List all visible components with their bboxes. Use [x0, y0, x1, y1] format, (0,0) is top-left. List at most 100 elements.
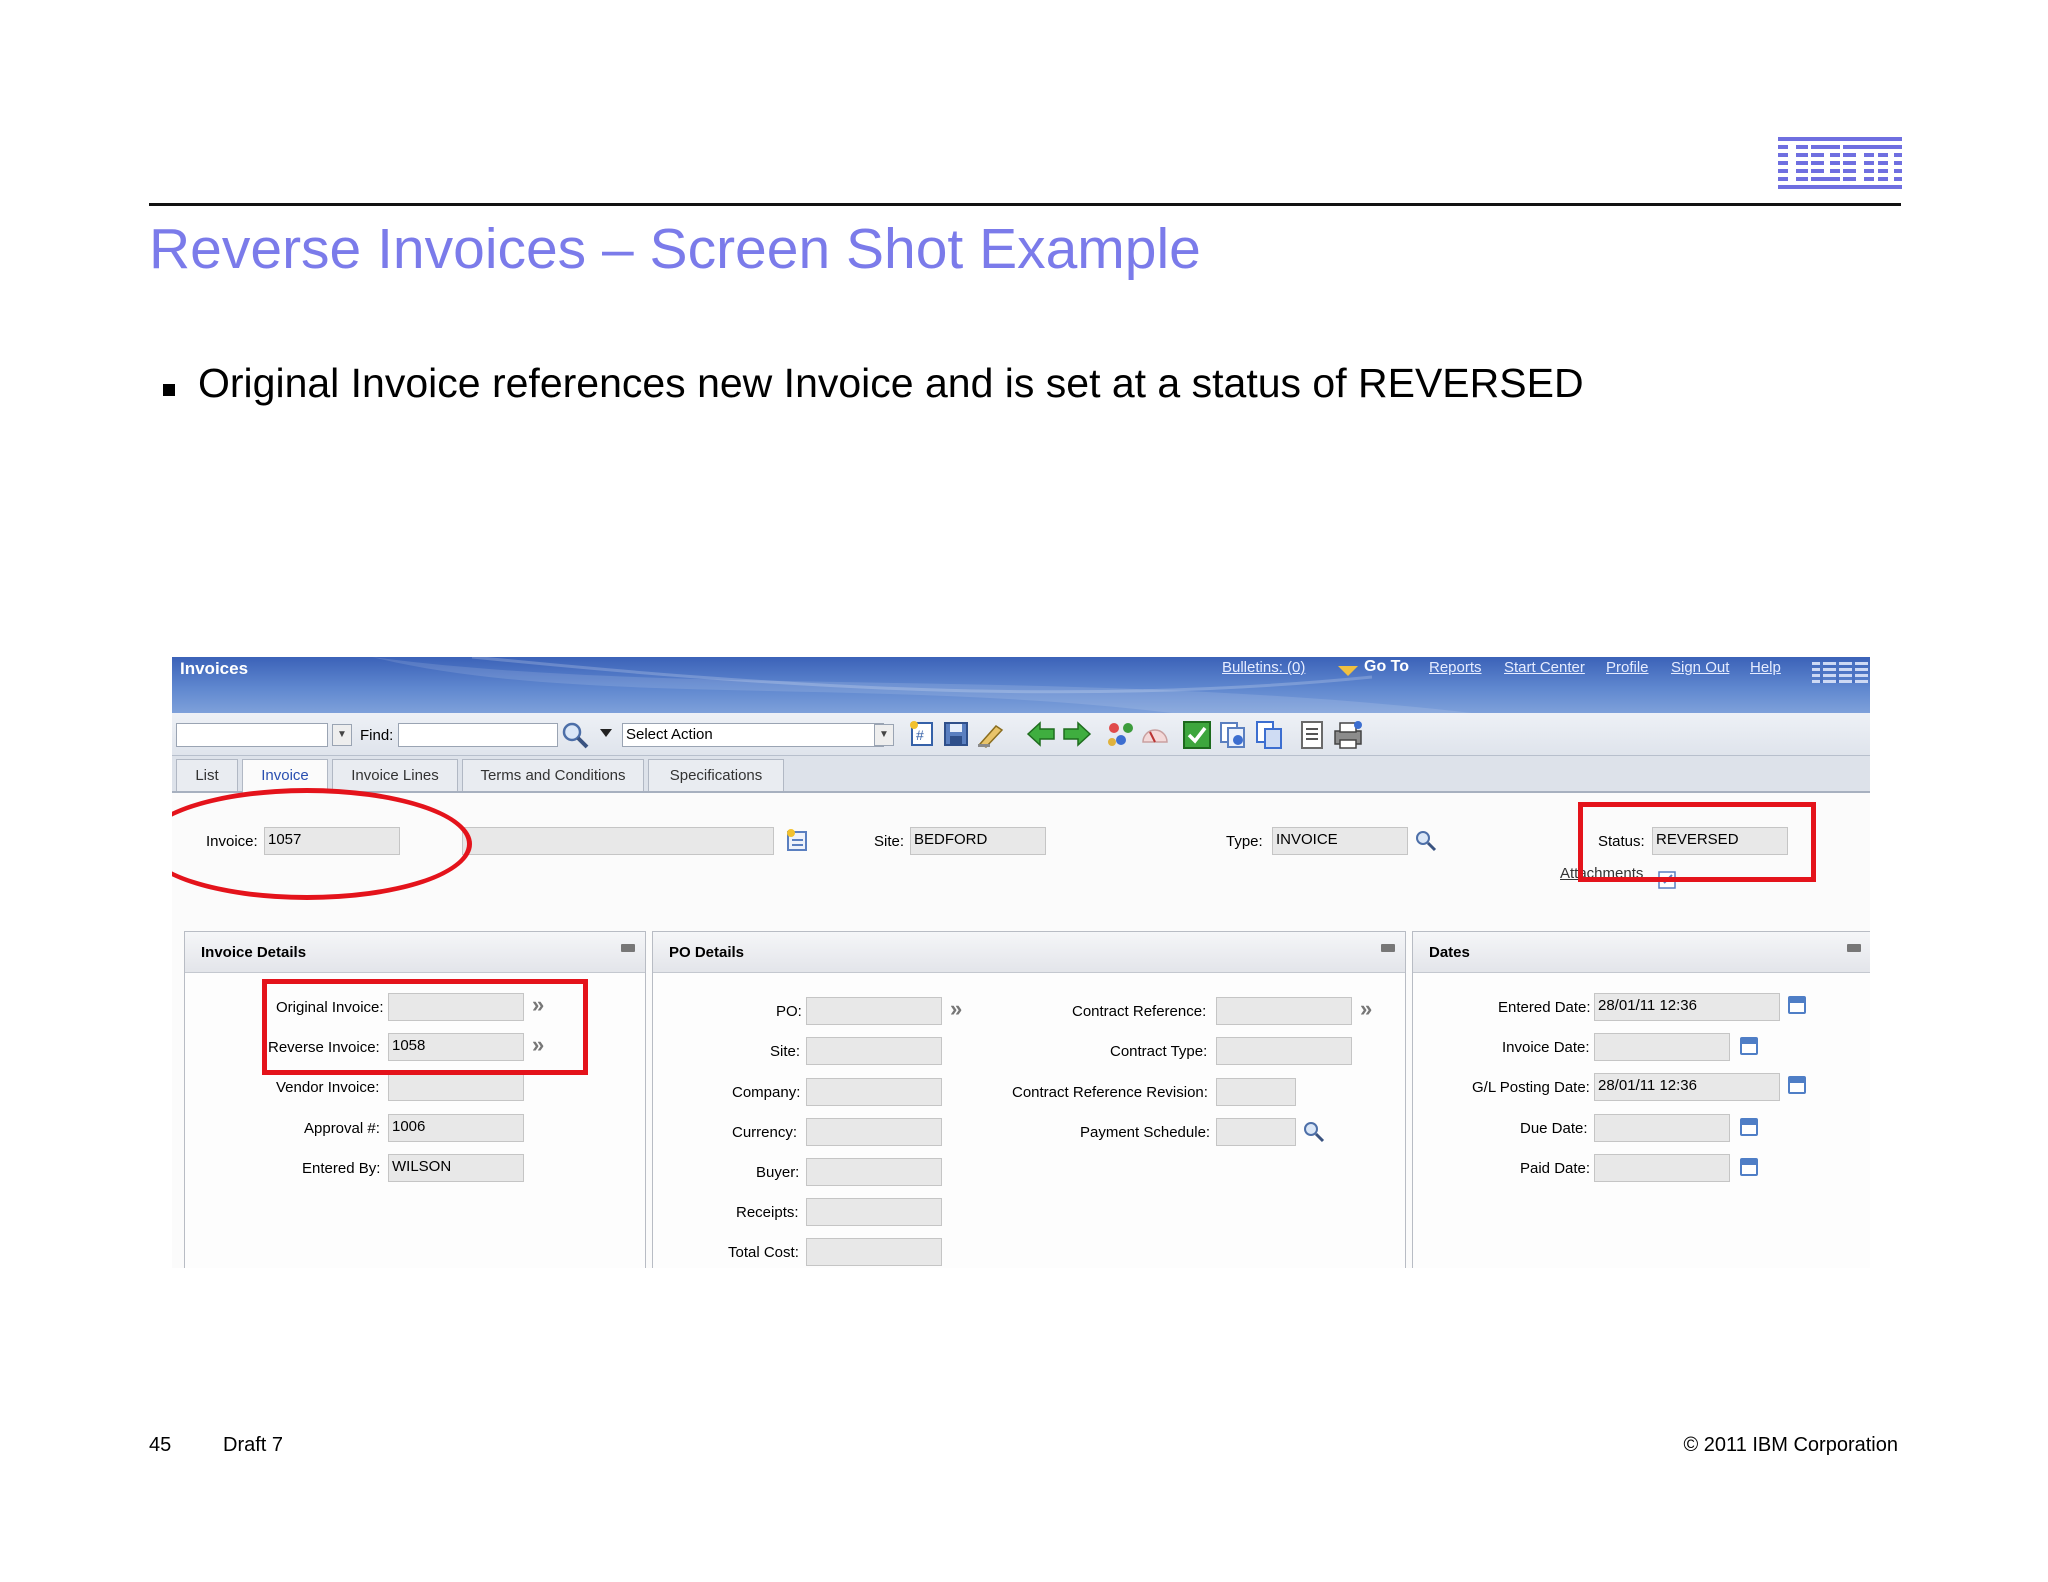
currency-field[interactable] [806, 1118, 942, 1146]
route-workflow-icon[interactable] [1140, 720, 1170, 748]
collapse-icon[interactable] [621, 944, 635, 952]
gl-posting-date-field[interactable]: 28/01/11 12:36 [1594, 1073, 1780, 1101]
contract-reference-field[interactable] [1216, 997, 1352, 1025]
entered-date-field[interactable]: 28/01/11 12:36 [1594, 993, 1780, 1021]
due-date-label: Due Date: [1520, 1120, 1588, 1137]
app-ibm-logo [1812, 662, 1868, 683]
svg-text:#: # [916, 727, 924, 743]
previous-record-icon[interactable] [1026, 720, 1056, 748]
po-site-label: Site: [770, 1043, 801, 1060]
company-field[interactable] [806, 1078, 942, 1106]
due-date-field[interactable] [1594, 1114, 1730, 1142]
find-label: Find: [360, 727, 394, 744]
profile-link[interactable]: Profile [1606, 659, 1649, 676]
calendar-icon[interactable] [1740, 1037, 1758, 1055]
collapse-icon[interactable] [1847, 944, 1861, 952]
duplicate-icon[interactable] [1218, 720, 1248, 750]
type-lookup-search-icon[interactable] [1414, 829, 1438, 853]
dates-title: Dates [1429, 944, 1470, 961]
po-site-field[interactable] [806, 1037, 942, 1065]
site-field[interactable]: BEDFORD [910, 827, 1046, 855]
reference-invoices-highlight-box [262, 979, 588, 1075]
slide-title: Reverse Invoices – Screen Shot Example [149, 217, 1201, 281]
app-title: Invoices [180, 659, 249, 678]
calendar-icon[interactable] [1788, 1076, 1806, 1094]
gl-posting-date-label: G/L Posting Date: [1472, 1079, 1590, 1096]
find-input[interactable] [398, 723, 558, 747]
buyer-label: Buyer: [756, 1164, 800, 1181]
invoice-highlight-ellipse [172, 788, 472, 900]
contract-reference-revision-label: Contract Reference Revision: [1012, 1084, 1208, 1101]
invoice-date-label: Invoice Date: [1502, 1039, 1590, 1056]
calendar-icon[interactable] [1740, 1158, 1758, 1176]
reports-link[interactable]: Reports [1429, 659, 1482, 676]
po-details-title: PO Details [669, 944, 745, 961]
page-number: 45 [149, 1434, 172, 1456]
contract-reference-goto-icon[interactable]: » [1360, 998, 1372, 1020]
goto-icon [1338, 666, 1358, 676]
report-icon[interactable] [1298, 720, 1326, 750]
po-field[interactable] [806, 997, 942, 1025]
entered-by-label: Entered By: [302, 1160, 381, 1177]
new-record-icon[interactable]: # [908, 720, 936, 748]
draft-label: Draft 7 [223, 1434, 284, 1456]
invoice-description-field[interactable] [462, 827, 774, 855]
bulletins-link[interactable]: Bulletins: (0) [1222, 659, 1305, 676]
po-goto-icon[interactable]: » [950, 998, 962, 1020]
tab-specifications[interactable]: Specifications [648, 759, 784, 791]
tab-list[interactable]: List [176, 759, 238, 791]
search-icon[interactable] [560, 720, 590, 750]
type-label: Type: [1226, 833, 1263, 850]
next-record-icon[interactable] [1062, 720, 1092, 748]
tab-terms-and-conditions[interactable]: Terms and Conditions [462, 759, 644, 791]
payment-schedule-label: Payment Schedule: [1080, 1124, 1211, 1141]
total-cost-field[interactable] [806, 1238, 942, 1266]
calendar-icon[interactable] [1788, 996, 1806, 1014]
po-details-header: PO Details [653, 932, 1405, 973]
paid-date-field[interactable] [1594, 1154, 1730, 1182]
collapse-icon[interactable] [1381, 944, 1395, 952]
select-action-chevron-icon[interactable]: ▼ [874, 724, 894, 746]
clear-changes-icon[interactable] [976, 720, 1006, 748]
receipts-label: Receipts: [736, 1204, 799, 1221]
invoice-date-field[interactable] [1594, 1033, 1730, 1061]
payment-schedule-field[interactable] [1216, 1118, 1296, 1146]
vendor-invoice-field[interactable] [388, 1073, 524, 1101]
receipts-field[interactable] [806, 1198, 942, 1226]
help-link[interactable]: Help [1750, 659, 1781, 676]
goto-menu[interactable]: Go To [1364, 658, 1409, 676]
save-icon[interactable] [942, 720, 970, 748]
search-options-chevron-icon[interactable] [600, 729, 612, 737]
approve-icon[interactable] [1182, 720, 1212, 750]
payment-schedule-search-icon[interactable] [1302, 1120, 1326, 1144]
currency-label: Currency: [732, 1124, 798, 1141]
copy-icon[interactable] [1254, 720, 1284, 750]
tab-invoice-lines[interactable]: Invoice Lines [332, 759, 458, 791]
long-description-icon[interactable] [784, 827, 812, 855]
select-action-dropdown[interactable]: Select Action [622, 723, 884, 747]
bullet-text: Original Invoice references new Invoice … [198, 360, 1584, 406]
workflow-icon[interactable] [1106, 720, 1136, 748]
copyright: © 2011 IBM Corporation [1683, 1434, 1898, 1456]
contract-reference-revision-field[interactable] [1216, 1078, 1296, 1106]
contract-reference-label: Contract Reference: [1072, 1003, 1207, 1020]
type-field[interactable]: INVOICE [1272, 827, 1408, 855]
query-select[interactable] [176, 723, 328, 747]
po-label: PO: [776, 1003, 802, 1020]
contract-type-field[interactable] [1216, 1037, 1352, 1065]
total-cost-label: Total Cost: [728, 1244, 799, 1261]
print-icon[interactable] [1332, 720, 1364, 750]
status-highlight-box [1578, 802, 1816, 882]
maximo-invoices-screenshot: Invoices Bulletins: (0) Go To Reports St… [172, 657, 1870, 1268]
approval-field[interactable]: 1006 [388, 1114, 524, 1142]
invoice-details-header: Invoice Details [185, 932, 645, 973]
title-rule [149, 203, 1901, 206]
company-label: Company: [732, 1084, 801, 1101]
calendar-icon[interactable] [1740, 1118, 1758, 1136]
invoice-details-title: Invoice Details [201, 944, 307, 961]
sign-out-link[interactable]: Sign Out [1671, 659, 1729, 676]
buyer-field[interactable] [806, 1158, 942, 1186]
entered-by-field[interactable]: WILSON [388, 1154, 524, 1182]
start-center-link[interactable]: Start Center [1504, 659, 1585, 676]
chevron-down-icon[interactable]: ▼ [332, 724, 352, 746]
